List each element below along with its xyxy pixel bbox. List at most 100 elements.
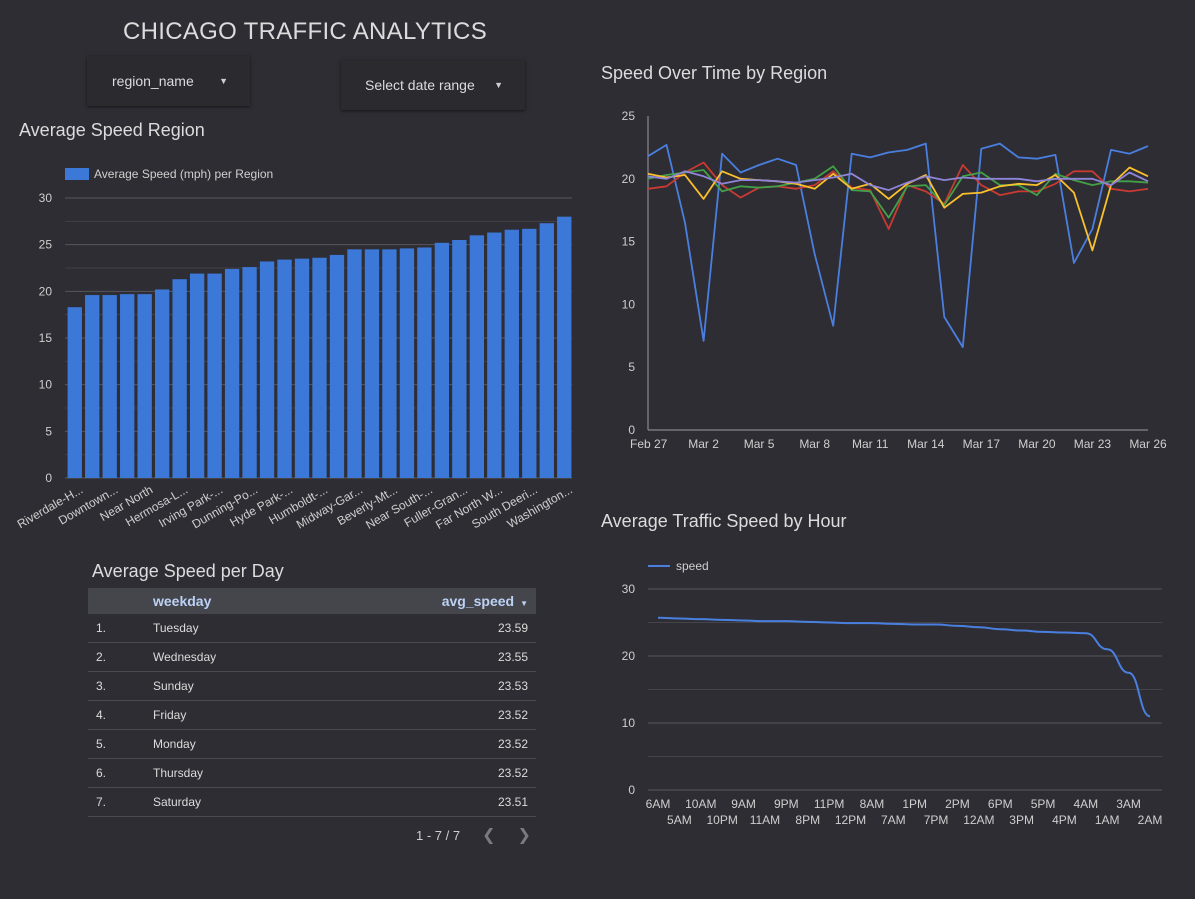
time-x-tick-label: Mar 11 [852,437,889,451]
bar [189,273,205,478]
table-header-row: weekday avg_speed ▼ [88,588,536,614]
region-bar-chart: 0 5 10 15 20 25 30 Riverdale-H...Downtown...Ne… [15,167,575,532]
region-filter-label: region_name [112,73,194,89]
time-x-tick-label: Feb 27 [630,437,668,451]
time-x-tick-label: Mar 14 [907,437,945,451]
time-y-tick-label: 25 [622,109,636,123]
bar [259,261,275,478]
hour-x-tick-label: 11PM [814,797,844,811]
bar [504,229,519,478]
bar [347,249,362,478]
header-weekday[interactable]: weekday [153,588,307,614]
chevron-left-icon[interactable]: ❮ [482,825,495,845]
date-range-dropdown[interactable]: Select date range ▼ [341,60,525,110]
bar [522,228,537,478]
hour-x-tick-label: 8PM [795,813,820,827]
hour-y-tick-label: 10 [622,716,636,730]
bar [382,249,397,478]
hour-x-tick-label: 4AM [1073,797,1098,811]
table-row: 2. Wednesday 23.55 [88,642,536,672]
avg-speed-table: weekday avg_speed ▼ 1. Tuesday 23.59 2. Wedn… [88,588,536,817]
hour-x-tick-label: 7AM [881,813,906,827]
hour-x-tick-label: 12AM [963,813,994,827]
hour-legend-label: speed [676,559,709,573]
bar [120,294,135,478]
time-x-tick-label: Mar 17 [963,437,1001,451]
hour-x-tick-label: 6PM [988,797,1013,811]
time-y-tick-label: 15 [622,235,636,249]
bar-y-tick-label: 25 [39,238,53,252]
caret-down-icon: ▼ [219,76,228,86]
bar [207,273,222,478]
hour-chart-title: Average Traffic Speed by Hour [601,511,847,531]
hour-x-tick-label: 5AM [667,813,692,827]
bar [137,294,152,478]
caret-down-icon: ▼ [494,80,503,90]
time-y-tick-label: 0 [628,423,635,437]
hour-y-tick-label: 20 [622,649,636,663]
hour-x-tick-label: 3AM [1116,797,1141,811]
bar-legend-swatch [65,168,89,180]
bar [102,295,117,478]
table-row: 3. Sunday 23.53 [88,671,536,701]
bar [85,295,100,478]
page-title: CHICAGO TRAFFIC ANALYTICS [123,18,487,45]
bar-chart-x-axis: Riverdale-H...Downtown...Near NorthHermo… [15,482,575,531]
bar [399,248,415,478]
hour-x-tick-label: 11AM [750,813,780,827]
hour-chart-x-axis: 6AM 5AM 10AM 10PM 9AM 11AM 9PM 8PM 11PM 12PM 8AM 7A… [646,797,1163,827]
time-x-tick-label: Mar 26 [1129,437,1167,451]
region-filter-dropdown[interactable]: region_name ▼ [87,56,250,106]
table-pagination: 1 - 7 / 7 ❮ ❯ [416,825,531,845]
hour-x-tick-label: 6AM [646,797,671,811]
bar-y-tick-label: 30 [39,191,53,205]
hour-x-tick-label: 2AM [1138,813,1163,827]
time-x-tick-label: Mar 2 [688,437,719,451]
bar-y-tick-label: 20 [39,284,53,298]
hour-x-tick-label: 3PM [1009,813,1034,827]
hour-x-tick-label: 7PM [924,813,949,827]
time-y-tick-label: 20 [622,172,636,186]
date-range-label: Select date range [365,77,475,93]
time-chart-series [647,142,1149,349]
time-chart-title: Speed Over Time by Region [601,63,828,83]
time-series-line [647,142,1149,349]
hour-x-tick-label: 5PM [1031,797,1056,811]
table-row: 7. Saturday 23.51 [88,787,536,817]
bar [172,279,187,478]
bar-legend-label: Average Speed (mph) per Region [94,167,273,181]
hour-x-tick-label: 8AM [860,797,885,811]
speed-by-hour-chart: speed 0 10 20 30 6AM 5AM 10AM 10PM 9AM 11AM 9PM 8P… [622,559,1163,827]
pagination-range: 1 - 7 / 7 [416,827,461,843]
bar [557,216,572,478]
bar [277,259,292,478]
hour-x-tick-label: 4PM [1052,813,1077,827]
bar [312,257,327,478]
hour-x-tick-label: 2PM [945,797,970,811]
bar [294,258,310,478]
speed-over-time-chart: 0 5 10 15 20 25 Feb 27 Mar 2 Mar 5 Mar 8 Mar 11 Mar… [622,109,1167,451]
bar [364,249,380,478]
bar [154,289,170,478]
hour-y-tick-label: 30 [622,582,636,596]
bar-chart-bars [67,216,572,478]
hour-x-tick-label: 1PM [902,797,927,811]
table-row: 5. Monday 23.52 [88,729,536,759]
chevron-right-icon[interactable]: ❯ [517,825,530,845]
bar-y-tick-label: 15 [39,331,53,345]
hour-series-line [657,616,1151,718]
table-title: Average Speed per Day [92,561,284,581]
bar [452,240,467,478]
hour-x-tick-label: 12PM [835,813,866,827]
bar-y-tick-label: 0 [45,471,52,485]
bar [434,242,450,478]
bar [417,247,432,478]
header-avg-speed[interactable]: avg_speed ▼ [306,588,536,614]
bar-chart-y-axis: 0 5 10 15 20 25 30 [39,191,53,485]
sort-desc-icon: ▼ [520,599,528,608]
bar [487,232,502,478]
time-x-tick-label: Mar 23 [1074,437,1112,451]
hour-x-tick-label: 10PM [706,813,737,827]
time-chart-axis: 0 5 10 15 20 25 Feb 27 Mar 2 Mar 5 Mar 8 Mar 11 Mar… [622,109,1167,451]
bar [67,307,82,478]
